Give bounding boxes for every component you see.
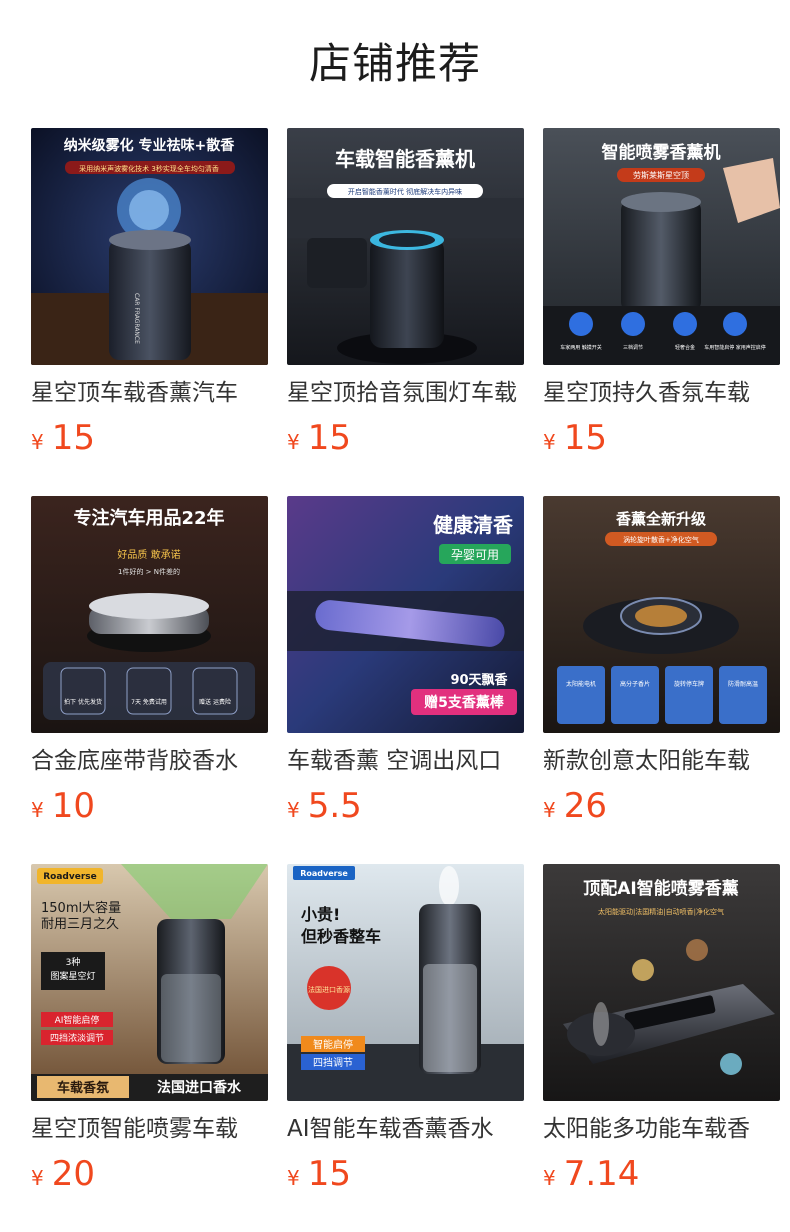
currency-symbol: ¥ — [543, 798, 556, 822]
product-price: ¥15 — [31, 418, 95, 458]
product-image-art: Roadverse 小贵! 但秒香整车 法国进口香源 智能启停 四挡调节 — [287, 864, 524, 1101]
product-name[interactable]: 合金底座带背胶香水 — [31, 744, 268, 778]
banner-text: 顶配AI智能喷雾香薰 — [583, 878, 738, 899]
banner-subtext: AI智能启停 — [55, 1014, 100, 1026]
banner-text: 健康清香 — [433, 513, 514, 537]
product-image[interactable]: 香薰全新升级 涡轮旋叶散香+净化空气 太阳能电机 高分子香片 旋转停车牌 防滑耐… — [543, 496, 780, 733]
brand-logo: Roadverse — [300, 869, 348, 878]
device-text: CAR FRAGRANCE — [133, 293, 140, 344]
product-name[interactable]: 太阳能多功能车载香 — [543, 1112, 780, 1146]
product-image-art: Roadverse 150ml大容量 耐用三月之久 3种 图案星空灯 AI智能启… — [31, 864, 268, 1101]
product-image[interactable]: 专注汽车用品22年 好品质 敢承诺 1件好的 > N件差的 拍下 优先发货 7天… — [31, 496, 268, 733]
banner-subtext: 太阳能驱动|法国精油|自动喷香|净化空气 — [598, 907, 724, 916]
product-image[interactable]: 健康清香 孕婴可用 90天飘香 赠5支香薰棒 — [287, 496, 524, 733]
banner-subtext: 劳斯莱斯星空顶 — [633, 170, 689, 180]
seal-text: 法国进口香源 — [308, 985, 350, 994]
banner-subtext: 赠5支香薰棒 — [424, 694, 505, 711]
product-image-art: 智能喷雾香薰机 劳斯莱斯星空顶 车家两用 触摸开关 三档调节 轻奢合金 车用智能… — [543, 128, 780, 365]
currency-symbol: ¥ — [287, 430, 300, 454]
product-image[interactable]: 智能喷雾香薰机 劳斯莱斯星空顶 车家两用 触摸开关 三档调节 轻奢合金 车用智能… — [543, 128, 780, 365]
price-value: 7.14 — [563, 1154, 640, 1194]
product-name[interactable]: AI智能车载香薰香水 — [287, 1112, 524, 1146]
price-value: 15 — [307, 1154, 351, 1194]
price-value: 26 — [563, 786, 607, 826]
price-value: 15 — [307, 418, 351, 458]
product-name[interactable]: 星空顶拾音氛围灯车载 — [287, 376, 524, 410]
price-value: 15 — [51, 418, 95, 458]
product-image-art: 健康清香 孕婴可用 90天飘香 赠5支香薰棒 — [287, 496, 524, 733]
currency-symbol: ¥ — [287, 798, 300, 822]
product-image[interactable]: 车载智能香薰机 开启智能香薰时代 彻底解决车内异味 — [287, 128, 524, 365]
icon-label: 车用智能启停 家用声控启停 — [704, 344, 766, 351]
banner-subtext: 3种 — [66, 956, 81, 968]
product-name[interactable]: 星空顶持久香氛车载 — [543, 376, 780, 410]
badge-label: 赠送 运费险 — [199, 698, 231, 706]
product-image-art: 车载智能香薰机 开启智能香薰时代 彻底解决车内异味 — [287, 128, 524, 365]
brand-logo: Roadverse — [43, 872, 97, 882]
product-image-art: 顶配AI智能喷雾香薰 太阳能驱动|法国精油|自动喷香|净化空气 — [543, 864, 780, 1101]
price-value: 20 — [51, 1154, 95, 1194]
banner-text: 纳米级雾化 专业祛味+散香 — [64, 137, 236, 154]
banner-text: 智能喷雾香薰机 — [602, 142, 721, 163]
product-price: ¥15 — [287, 418, 351, 458]
product-image-art: 香薰全新升级 涡轮旋叶散香+净化空气 太阳能电机 高分子香片 旋转停车牌 防滑耐… — [543, 496, 780, 733]
product-price: ¥5.5 — [287, 786, 362, 826]
product-price: ¥7.14 — [543, 1154, 639, 1194]
banner-text: 车载智能香薰机 — [335, 147, 475, 171]
currency-symbol: ¥ — [287, 1166, 300, 1190]
icon-label: 轻奢合金 — [675, 344, 695, 351]
product-image[interactable]: Roadverse 150ml大容量 耐用三月之久 3种 图案星空灯 AI智能启… — [31, 864, 268, 1101]
feature-label: 太阳能电机 — [566, 680, 596, 688]
banner-subtext: 车载香氛 — [57, 1080, 109, 1096]
banner-subtext: 90天飘香 — [450, 672, 508, 688]
currency-symbol: ¥ — [31, 430, 44, 454]
feature-label: 旋转停车牌 — [674, 680, 704, 688]
product-price: ¥20 — [31, 1154, 95, 1194]
banner-subtext: 开启智能香薰时代 彻底解决车内异味 — [348, 187, 462, 196]
icon-label: 车家两用 触摸开关 — [560, 344, 602, 351]
price-value: 5.5 — [307, 786, 362, 826]
product-name[interactable]: 新款创意太阳能车载 — [543, 744, 780, 778]
currency-symbol: ¥ — [543, 1166, 556, 1190]
banner-subtext: 图案星空灯 — [50, 970, 95, 982]
product-image[interactable]: 纳米级雾化 专业祛味+散香 采用纳米声波雾化技术 3秒实现全车均匀清香 CAR … — [31, 128, 268, 365]
product-image-art: 纳米级雾化 专业祛味+散香 采用纳米声波雾化技术 3秒实现全车均匀清香 CAR … — [31, 128, 268, 365]
banner-text: 150ml大容量 — [41, 900, 121, 916]
icon-label: 三档调节 — [623, 344, 643, 351]
currency-symbol: ¥ — [31, 1166, 44, 1190]
banner-subtext: 好品质 敢承诺 — [117, 548, 180, 561]
product-name[interactable]: 星空顶车载香薰汽车 — [31, 376, 268, 410]
banner-subtext: 涡轮旋叶散香+净化空气 — [623, 535, 699, 544]
banner-text: 但秒香整车 — [301, 927, 381, 946]
product-name[interactable]: 车载香薰 空调出风口 — [287, 744, 524, 778]
product-image[interactable]: 顶配AI智能喷雾香薰 太阳能驱动|法国精油|自动喷香|净化空气 — [543, 864, 780, 1101]
banner-text: 耐用三月之久 — [41, 917, 119, 932]
product-name[interactable]: 星空顶智能喷雾车载 — [31, 1112, 268, 1146]
banner-subtext: 1件好的 > N件差的 — [118, 567, 180, 576]
banner-subtext: 四挡调节 — [313, 1056, 353, 1069]
banner-subtext: 采用纳米声波雾化技术 3秒实现全车均匀清香 — [79, 164, 219, 173]
banner-subtext: 四挡浓淡调节 — [50, 1032, 104, 1044]
product-price: ¥26 — [543, 786, 607, 826]
currency-symbol: ¥ — [31, 798, 44, 822]
product-price: ¥15 — [543, 418, 607, 458]
banner-subtext: 孕婴可用 — [451, 548, 499, 562]
price-value: 10 — [51, 786, 95, 826]
badge-label: 拍下 优先发货 — [64, 698, 102, 706]
banner-subtext: 法国进口香水 — [157, 1079, 242, 1096]
product-image[interactable]: Roadverse 小贵! 但秒香整车 法国进口香源 智能启停 四挡调节 — [287, 864, 524, 1101]
product-grid: 纳米级雾化 专业祛味+散香 采用纳米声波雾化技术 3秒实现全车均匀清香 CAR … — [0, 0, 790, 1232]
banner-text: 小贵! — [301, 905, 340, 924]
banner-subtext: 智能启停 — [313, 1038, 353, 1051]
product-price: ¥15 — [287, 1154, 351, 1194]
feature-label: 高分子香片 — [620, 680, 650, 688]
banner-text: 专注汽车用品22年 — [73, 507, 224, 529]
feature-label: 防滑耐高温 — [728, 680, 758, 688]
product-image-art: 专注汽车用品22年 好品质 敢承诺 1件好的 > N件差的 拍下 优先发货 7天… — [31, 496, 268, 733]
price-value: 15 — [563, 418, 607, 458]
badge-label: 7天 免费试用 — [131, 698, 167, 706]
product-price: ¥10 — [31, 786, 95, 826]
banner-text: 香薰全新升级 — [616, 510, 707, 528]
currency-symbol: ¥ — [543, 430, 556, 454]
